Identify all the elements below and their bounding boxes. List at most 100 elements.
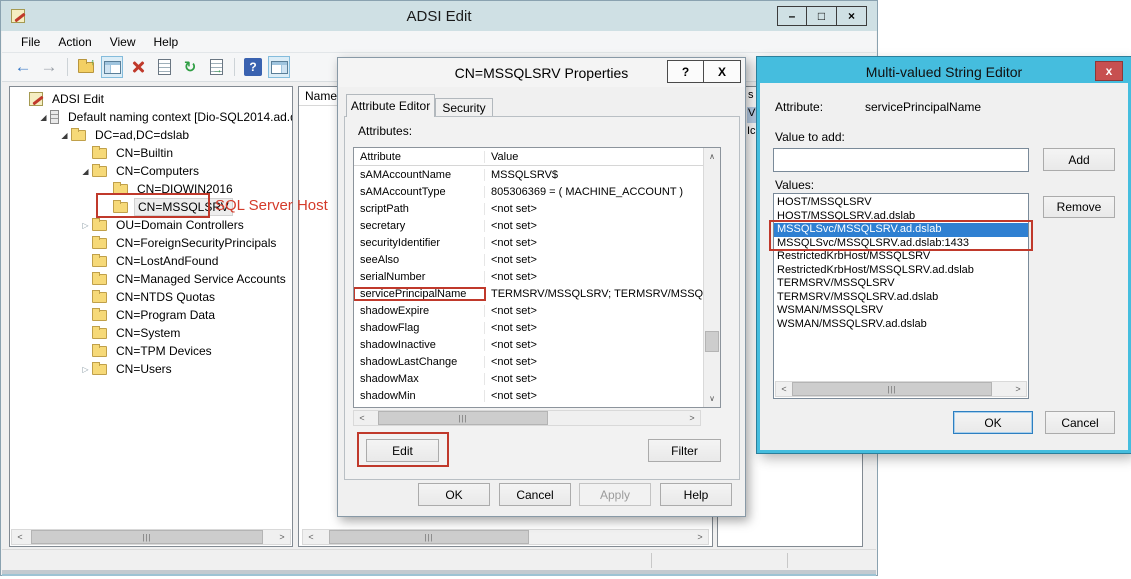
tree-item-cn-ntds-quotas[interactable]: CN=NTDS Quotas xyxy=(10,288,292,306)
add-button[interactable]: Add xyxy=(1043,148,1115,171)
mvse-titlebar[interactable]: Multi-valued String Editor xyxy=(760,60,1128,83)
help-button[interactable]: Help xyxy=(660,483,732,506)
properties-icon[interactable] xyxy=(153,56,175,78)
expanded-arrow-icon[interactable]: ◢ xyxy=(58,131,71,140)
back-arrow-icon[interactable]: ← xyxy=(12,56,34,78)
tree-item-cn-tpm-devices[interactable]: CN=TPM Devices xyxy=(10,342,292,360)
value-to-add-input[interactable] xyxy=(773,148,1029,172)
value-item[interactable]: RestrictedKrbHost/MSSQLSRV.ad.dslab xyxy=(774,264,1028,278)
scrollbar-track[interactable]: ||| xyxy=(28,530,274,544)
attribute-row-scriptPath[interactable]: scriptPath<not set> xyxy=(354,200,705,217)
scrollbar-track[interactable]: ||| xyxy=(792,382,1010,396)
attribute-column-header[interactable]: Attribute xyxy=(354,151,485,163)
name-column-header[interactable]: Name xyxy=(305,89,337,103)
attribute-row-shadowInactive[interactable]: shadowInactive<not set> xyxy=(354,336,705,353)
scrollbar-thumb[interactable] xyxy=(705,331,719,352)
cancel-button[interactable]: Cancel xyxy=(499,483,571,506)
scroll-right-icon[interactable]: > xyxy=(1010,382,1026,396)
scrollbar-thumb[interactable]: ||| xyxy=(378,411,548,425)
tree-item-ou-domain-controllers[interactable]: ▷OU=Domain Controllers xyxy=(10,216,292,234)
attribute-row-shadowLastChange[interactable]: shadowLastChange<not set> xyxy=(354,353,705,370)
up-one-level-folder-icon[interactable]: ↑ xyxy=(75,56,97,78)
collapsed-arrow-icon[interactable]: ▷ xyxy=(79,221,92,230)
tree-item-adsi-edit[interactable]: ADSI Edit xyxy=(10,90,292,108)
list-horizontal-scrollbar[interactable]: < ||| > xyxy=(302,529,709,545)
remove-button[interactable]: Remove xyxy=(1043,196,1115,218)
mvse-cancel-button[interactable]: Cancel xyxy=(1045,411,1115,434)
action-pane-toggle-icon[interactable] xyxy=(268,56,290,78)
attribute-row-shadowMin[interactable]: shadowMin<not set> xyxy=(354,387,705,404)
attribute-row-shadowFlag[interactable]: shadowFlag<not set> xyxy=(354,319,705,336)
attribute-row-shadowMax[interactable]: shadowMax<not set> xyxy=(354,370,705,387)
scrollbar-thumb[interactable]: ||| xyxy=(31,530,263,544)
scroll-up-icon[interactable]: ∧ xyxy=(704,148,720,165)
scroll-right-icon[interactable]: > xyxy=(692,530,708,544)
scroll-left-icon[interactable]: < xyxy=(303,530,319,544)
tree-item-cn-users[interactable]: ▷CN=Users xyxy=(10,360,292,378)
scroll-left-icon[interactable]: < xyxy=(776,382,792,396)
attribute-row-sAMAccountName[interactable]: sAMAccountNameMSSQLSRV$ xyxy=(354,166,705,183)
value-item[interactable]: HOST/MSSQLSRV xyxy=(774,196,1028,210)
delete-x-icon[interactable] xyxy=(127,56,149,78)
tree-item-cn-builtin[interactable]: CN=Builtin xyxy=(10,144,292,162)
attribute-row-shadowExpire[interactable]: shadowExpire<not set> xyxy=(354,302,705,319)
attribute-row-seeAlso[interactable]: seeAlso<not set> xyxy=(354,251,705,268)
close-button[interactable]: × xyxy=(837,6,867,26)
apply-button[interactable]: Apply xyxy=(579,483,651,506)
scrollbar-thumb[interactable]: ||| xyxy=(792,382,992,396)
tree-item-cn-system[interactable]: CN=System xyxy=(10,324,292,342)
minimize-button[interactable]: – xyxy=(777,6,807,26)
main-titlebar[interactable]: ADSI Edit – □ × xyxy=(1,1,877,31)
export-list-icon[interactable]: → xyxy=(205,56,227,78)
tree-item-default-naming-context-dio-sql2014-ad-dsla[interactable]: ◢Default naming context [Dio-SQL2014.ad.… xyxy=(10,108,292,126)
scrollbar-track[interactable]: ||| xyxy=(370,411,684,425)
maximize-button[interactable]: □ xyxy=(807,6,837,26)
scroll-right-icon[interactable]: > xyxy=(274,530,290,544)
attribute-row-servicePrincipalName[interactable]: servicePrincipalNameTERMSRV/MSSQLSRV; TE… xyxy=(354,285,705,302)
attribute-row-secretary[interactable]: secretary<not set> xyxy=(354,217,705,234)
tree-item-cn-foreignsecurityprincipals[interactable]: CN=ForeignSecurityPrincipals xyxy=(10,234,292,252)
attributes-horizontal-scrollbar[interactable]: < ||| > xyxy=(353,410,701,426)
tree-horizontal-scrollbar[interactable]: < ||| > xyxy=(11,529,291,545)
dialog-close-button[interactable]: X xyxy=(704,60,741,83)
ok-button[interactable]: OK xyxy=(418,483,490,506)
values-horizontal-scrollbar[interactable]: < ||| > xyxy=(775,381,1027,397)
console-tree-toggle-icon[interactable] xyxy=(101,56,123,78)
dialog-help-button[interactable]: ? xyxy=(667,60,704,83)
scroll-left-icon[interactable]: < xyxy=(354,411,370,425)
scrollbar-thumb[interactable]: ||| xyxy=(329,530,529,544)
value-item[interactable]: RestrictedKrbHost/MSSQLSRV xyxy=(774,250,1028,264)
value-item[interactable]: WSMAN/MSSQLSRV xyxy=(774,304,1028,318)
expanded-arrow-icon[interactable]: ◢ xyxy=(79,167,92,176)
help-icon[interactable]: ? xyxy=(242,56,264,78)
tree-item-dc-ad-dc-dslab[interactable]: ◢DC=ad,DC=dslab xyxy=(10,126,292,144)
value-item[interactable]: TERMSRV/MSSQLSRV xyxy=(774,277,1028,291)
attribute-row-sAMAccountType[interactable]: sAMAccountType805306369 = ( MACHINE_ACCO… xyxy=(354,183,705,200)
properties-titlebar[interactable]: CN=MSSQLSRV Properties ? X xyxy=(338,58,745,87)
scroll-left-icon[interactable]: < xyxy=(12,530,28,544)
menu-action[interactable]: Action xyxy=(49,32,100,52)
refresh-icon[interactable]: ↻ xyxy=(179,56,201,78)
value-column-header[interactable]: Value xyxy=(485,151,705,163)
scroll-right-icon[interactable]: > xyxy=(684,411,700,425)
tab-security[interactable]: Security xyxy=(435,98,493,117)
attribute-row-serialNumber[interactable]: serialNumber<not set> xyxy=(354,268,705,285)
scrollbar-track[interactable]: ||| xyxy=(319,530,692,544)
tree-item-cn-lostandfound[interactable]: CN=LostAndFound xyxy=(10,252,292,270)
tab-attribute-editor[interactable]: Attribute Editor xyxy=(346,94,435,117)
value-item[interactable]: TERMSRV/MSSQLSRV.ad.dslab xyxy=(774,291,1028,305)
value-item[interactable]: WSMAN/MSSQLSRV.ad.dslab xyxy=(774,318,1028,332)
menu-file[interactable]: File xyxy=(12,32,49,52)
mvse-close-button[interactable]: x xyxy=(1095,61,1123,81)
attributes-vertical-scrollbar[interactable]: ∧ ∨ xyxy=(703,148,720,407)
menu-help[interactable]: Help xyxy=(145,32,188,52)
attribute-row-securityIdentifier[interactable]: securityIdentifier<not set> xyxy=(354,234,705,251)
collapsed-arrow-icon[interactable]: ▷ xyxy=(79,365,92,374)
tree-item-cn-managed-service-accounts[interactable]: CN=Managed Service Accounts xyxy=(10,270,292,288)
forward-arrow-icon[interactable]: → xyxy=(38,56,60,78)
tree-item-cn-program-data[interactable]: CN=Program Data xyxy=(10,306,292,324)
tree-item-cn-computers[interactable]: ◢CN=Computers xyxy=(10,162,292,180)
expanded-arrow-icon[interactable]: ◢ xyxy=(37,113,50,122)
menu-view[interactable]: View xyxy=(101,32,145,52)
filter-button[interactable]: Filter xyxy=(648,439,721,462)
